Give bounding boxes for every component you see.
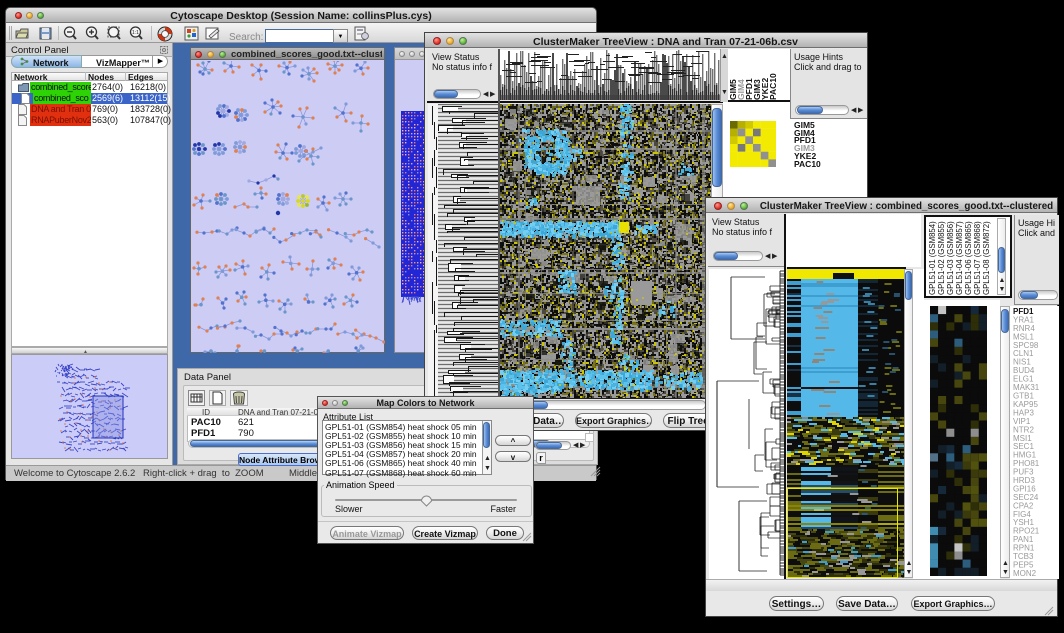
svg-text:1:1: 1:1 xyxy=(132,30,139,36)
svg-text:PAC10: PAC10 xyxy=(768,73,778,100)
